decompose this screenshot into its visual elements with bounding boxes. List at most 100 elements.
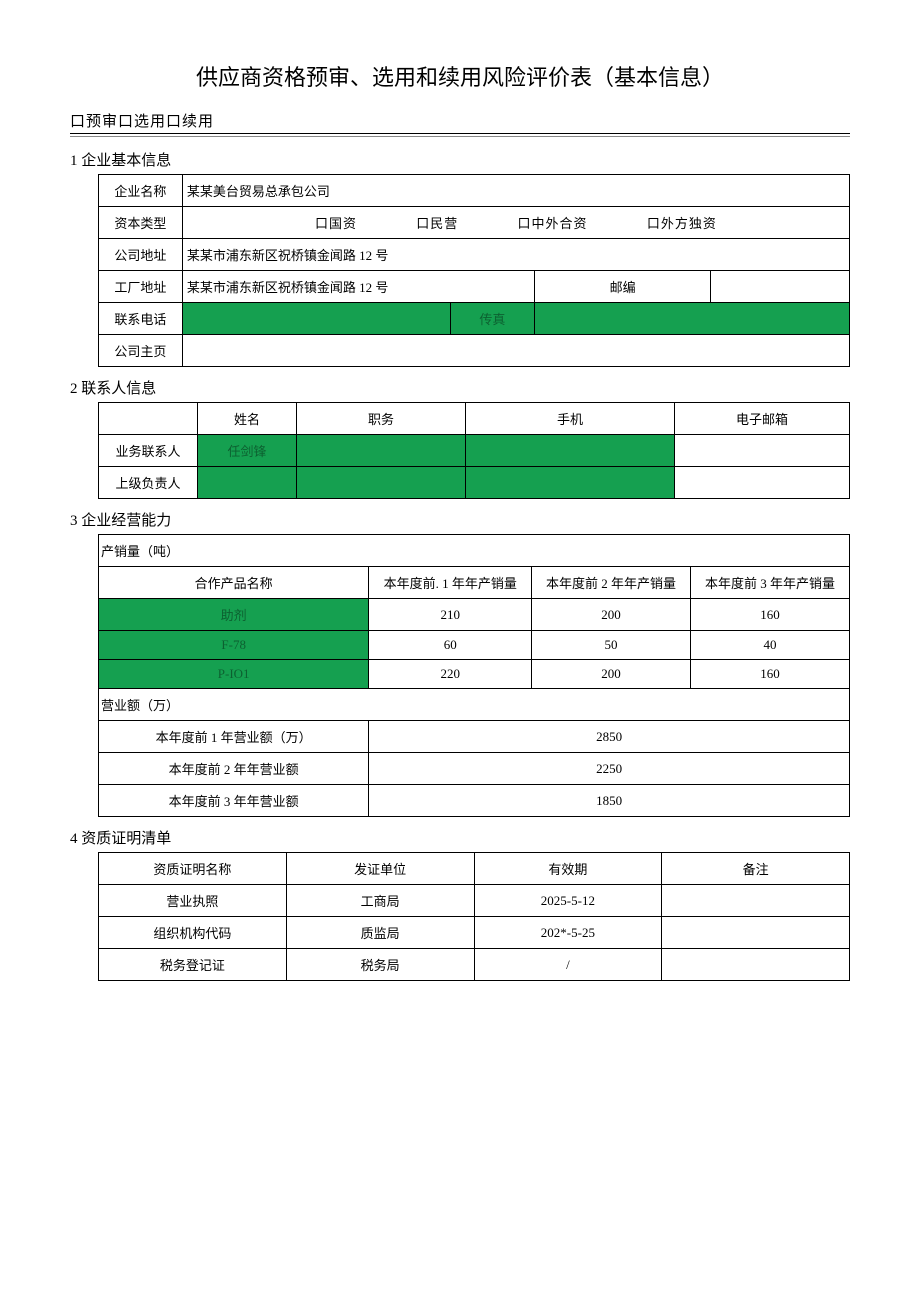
company-addr-value: 某某市浦东新区祝桥镇金闻路 12 号 [182,239,849,271]
table-row: 产销量（吨） [99,535,850,567]
prod-2-name: P-IO1 [99,660,369,689]
company-addr-label: 公司地址 [99,239,183,271]
section-3-heading: 3 企业经营能力 [70,509,850,530]
prod-2-y2: 200 [532,660,691,689]
revenue-subheading: 营业额（万） [99,689,850,721]
prod-1-name: F-78 [99,631,369,660]
fax-value [534,303,849,335]
rev-2-value: 1850 [369,785,850,817]
cert-1-note [662,917,850,949]
cert-0-name: 营业执照 [99,885,287,917]
cert-1-name: 组织机构代码 [99,917,287,949]
section-2-heading: 2 联系人信息 [70,377,850,398]
table-row: 上级负责人 [99,467,850,499]
contact-biz-name: 任剑锋 [198,435,297,467]
col-role [99,403,198,435]
rev-0-label: 本年度前 1 年营业额（万） [99,721,369,753]
table-row: P-IO1 220 200 160 [99,660,850,689]
col-name: 姓名 [198,403,297,435]
cert-2-name: 税务登记证 [99,949,287,981]
production-subheading: 产销量（吨） [99,535,850,567]
cert-2-issuer: 税务局 [286,949,474,981]
prod-0-y1: 210 [369,599,532,631]
contact-sup-name [198,467,297,499]
cap-opt-jv[interactable]: 口中外合资 [518,213,588,232]
contact-table: 姓名 职务 手机 电子邮箱 业务联系人 任剑锋 上级负责人 [98,402,850,499]
table-header-row: 资质证明名称 发证单位 有效期 备注 [99,853,850,885]
zip-value [711,271,850,303]
table-row: 助剂 210 200 160 [99,599,850,631]
prod-1-y3: 40 [691,631,850,660]
homepage-label: 公司主页 [99,335,183,367]
cert-2-valid: / [474,949,662,981]
rev-2-label: 本年度前 3 年年营业额 [99,785,369,817]
prod-0-name: 助剂 [99,599,369,631]
section-1-heading: 1 企业基本信息 [70,149,850,170]
fax-label: 传真 [450,303,534,335]
col-issuer: 发证单位 [286,853,474,885]
table-row: 资本类型 口国资 口民营 口中外合资 口外方独资 [99,207,850,239]
col-mobile: 手机 [466,403,675,435]
cert-0-valid: 2025-5-12 [474,885,662,917]
capital-type-options[interactable]: 口国资 口民营 口中外合资 口外方独资 [182,207,849,239]
cap-opt-foreign[interactable]: 口外方独资 [647,213,717,232]
col-y3: 本年度前 3 年年产销量 [691,567,850,599]
prod-1-y1: 60 [369,631,532,660]
contact-sup-pos [297,467,466,499]
table-row: 营业执照 工商局 2025-5-12 [99,885,850,917]
prod-0-y3: 160 [691,599,850,631]
table-row: 工厂地址 某某市浦东新区祝桥镇金闻路 12 号 邮编 [99,271,850,303]
table-row: 本年度前 1 年营业额（万） 2850 [99,721,850,753]
table-row: 公司地址 某某市浦东新区祝桥镇金闻路 12 号 [99,239,850,271]
col-position: 职务 [297,403,466,435]
contact-biz-mob [466,435,675,467]
factory-addr-value: 某某市浦东新区祝桥镇金闻路 12 号 [182,271,534,303]
table-row: 营业额（万） [99,689,850,721]
rev-1-value: 2250 [369,753,850,785]
prod-2-y3: 160 [691,660,850,689]
capital-type-label: 资本类型 [99,207,183,239]
table-row: F-78 60 50 40 [99,631,850,660]
col-y2: 本年度前 2 年年产销量 [532,567,691,599]
contact-biz-label: 业务联系人 [99,435,198,467]
cap-opt-private[interactable]: 口民营 [416,213,458,232]
company-name-label: 企业名称 [99,175,183,207]
contact-sup-mail [675,467,850,499]
qualification-table: 资质证明名称 发证单位 有效期 备注 营业执照 工商局 2025-5-12 组织… [98,852,850,981]
cert-1-valid: 202*-5-25 [474,917,662,949]
table-header-row: 姓名 职务 手机 电子邮箱 [99,403,850,435]
company-name-value: 某某美台贸易总承包公司 [182,175,849,207]
col-product: 合作产品名称 [99,567,369,599]
form-type-checkboxes[interactable]: 口预审口选用口续用 [70,110,850,134]
divider [70,136,850,137]
col-cert-name: 资质证明名称 [99,853,287,885]
contact-sup-label: 上级负责人 [99,467,198,499]
zip-label: 邮编 [534,271,711,303]
tel-value [182,303,450,335]
cert-2-note [662,949,850,981]
page-title: 供应商资格预审、选用和续用风险评价表（基本信息） [70,60,850,92]
rev-1-label: 本年度前 2 年年营业额 [99,753,369,785]
contact-sup-mob [466,467,675,499]
table-row: 公司主页 [99,335,850,367]
section-4-heading: 4 资质证明清单 [70,827,850,848]
table-row: 税务登记证 税务局 / [99,949,850,981]
prod-2-y1: 220 [369,660,532,689]
table-row: 本年度前 2 年年营业额 2250 [99,753,850,785]
cert-0-issuer: 工商局 [286,885,474,917]
table-row: 联系电话 传真 [99,303,850,335]
prod-0-y2: 200 [532,599,691,631]
prod-1-y2: 50 [532,631,691,660]
col-email: 电子邮箱 [675,403,850,435]
factory-addr-label: 工厂地址 [99,271,183,303]
table-row: 业务联系人 任剑锋 [99,435,850,467]
cert-1-issuer: 质监局 [286,917,474,949]
cert-0-note [662,885,850,917]
col-y1: 本年度前. 1 年年产销量 [369,567,532,599]
cap-opt-state[interactable]: 口国资 [315,213,357,232]
tel-label: 联系电话 [99,303,183,335]
operation-table: 产销量（吨） 合作产品名称 本年度前. 1 年年产销量 本年度前 2 年年产销量… [98,534,850,817]
table-row: 企业名称 某某美台贸易总承包公司 [99,175,850,207]
table-header-row: 合作产品名称 本年度前. 1 年年产销量 本年度前 2 年年产销量 本年度前 3… [99,567,850,599]
company-info-table: 企业名称 某某美台贸易总承包公司 资本类型 口国资 口民营 口中外合资 口外方独… [98,174,850,367]
